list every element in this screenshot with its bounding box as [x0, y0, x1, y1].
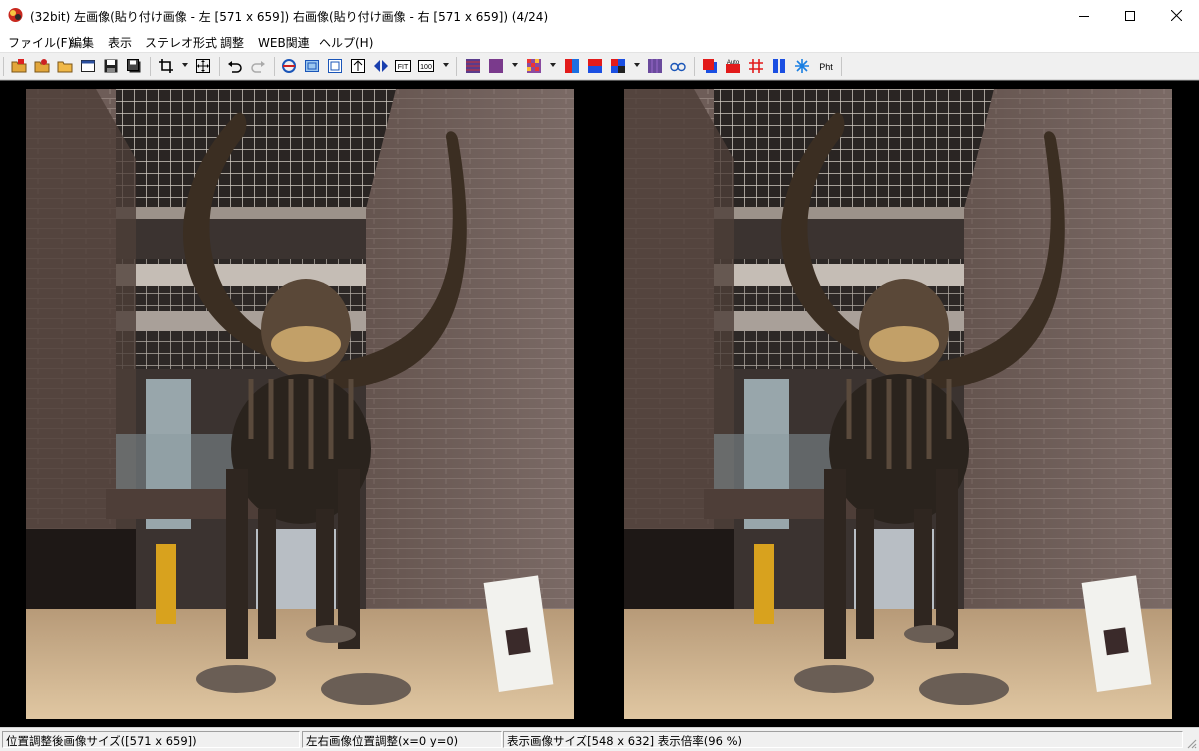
open-folder-icon[interactable] [57, 58, 73, 74]
status-display-size: 表示画像サイズ[548 x 632] 表示倍率(96 %) [503, 731, 1183, 748]
crop-icon[interactable] [158, 58, 174, 74]
maximize-button[interactable] [1107, 0, 1153, 31]
swap-icon[interactable] [281, 58, 297, 74]
fit-label: FIT [398, 64, 409, 71]
mix-dropdown-icon[interactable] [550, 63, 556, 67]
minimize-icon [1079, 15, 1089, 17]
open-folder-gear-icon[interactable] [34, 58, 50, 74]
menu-view[interactable]: 表示 [108, 34, 132, 51]
color-red-icon[interactable] [702, 58, 718, 74]
zoom-label: 100 [420, 64, 432, 71]
window-icon[interactable] [80, 58, 96, 74]
move-icon[interactable] [195, 58, 211, 74]
maximize-icon [1125, 10, 1135, 21]
status-adjusted-size: 位置調整後画像サイズ([571 x 659]) [2, 731, 300, 748]
auto-label: Auto [727, 60, 740, 66]
pht-icon[interactable]: Pht [816, 58, 836, 74]
quad-dropdown-icon[interactable] [634, 63, 640, 67]
toolbar-separator [841, 57, 842, 76]
app-logo-icon[interactable] [7, 6, 24, 23]
fit-icon[interactable]: FIT [395, 58, 411, 74]
status-offset: 左右画像位置調整(x=0 y=0) [302, 731, 502, 748]
purple-icon[interactable] [647, 58, 663, 74]
toolbar-separator [274, 57, 275, 76]
menu-adjust[interactable]: 調整 [220, 34, 244, 51]
save-icon[interactable] [103, 58, 119, 74]
zoom-dropdown-icon[interactable] [443, 63, 449, 67]
anaglyph-stripe-icon[interactable] [465, 58, 481, 74]
pht-label: Pht [819, 62, 833, 72]
align-icon[interactable] [350, 58, 366, 74]
glasses-icon[interactable] [670, 58, 686, 74]
grid-icon[interactable] [748, 58, 764, 74]
stereo-viewport[interactable] [0, 80, 1199, 727]
crop-dropdown-icon[interactable] [182, 63, 188, 67]
auto-adjust-icon[interactable]: Auto [725, 58, 741, 74]
resize-grip-icon[interactable] [1185, 737, 1197, 749]
snowflake-icon[interactable] [794, 58, 810, 74]
status-bar: 位置調整後画像サイズ([571 x 659]) 左右画像位置調整(x=0 y=0… [0, 727, 1199, 751]
left-image-pane[interactable] [26, 89, 574, 719]
side-by-side-icon[interactable] [564, 58, 580, 74]
anaglyph-mix-icon[interactable] [526, 58, 542, 74]
menu-help[interactable]: ヘルプ(H) [319, 34, 373, 51]
quad-icon[interactable] [610, 58, 626, 74]
toolbar-separator [694, 57, 695, 76]
left-image [26, 89, 574, 719]
window-title: (32bit) 左画像(貼り付け画像 - 左 [571 x 659]) 右画像(… [30, 10, 549, 24]
toolbar: FIT 100 Auto Pht [0, 52, 1199, 80]
frame-blue-icon[interactable] [304, 58, 320, 74]
minimize-button[interactable] [1061, 0, 1107, 31]
open-folder-red-icon[interactable] [11, 58, 27, 74]
menu-stereo[interactable]: ステレオ形式 [145, 34, 217, 51]
zoom-100-icon[interactable]: 100 [418, 58, 434, 74]
menu-bar: ファイル(F) 編集 表示 ステレオ形式 調整 WEB関連 ヘルプ(H) [0, 31, 1199, 52]
redo-icon[interactable] [250, 58, 266, 74]
undo-icon[interactable] [227, 58, 243, 74]
menu-file[interactable]: ファイル(F) [8, 34, 72, 51]
anaglyph-dropdown-icon[interactable] [512, 63, 518, 67]
over-under-icon[interactable] [587, 58, 603, 74]
toolbar-separator [3, 57, 4, 76]
anaglyph-purple-icon[interactable] [488, 58, 504, 74]
menu-web[interactable]: WEB関連 [258, 34, 310, 51]
toolbar-separator [456, 57, 457, 76]
mirror-icon[interactable] [373, 58, 389, 74]
right-image [624, 89, 1172, 719]
columns-icon[interactable] [771, 58, 787, 74]
title-bar: (32bit) 左画像(貼り付け画像 - 左 [571 x 659]) 右画像(… [0, 0, 1199, 31]
frame-icon[interactable] [327, 58, 343, 74]
save-all-icon[interactable] [126, 58, 142, 74]
close-button[interactable] [1153, 0, 1199, 31]
toolbar-separator [150, 57, 151, 76]
close-icon [1170, 10, 1182, 21]
right-image-pane[interactable] [624, 89, 1172, 719]
menu-edit[interactable]: 編集 [70, 34, 94, 51]
toolbar-separator [219, 57, 220, 76]
